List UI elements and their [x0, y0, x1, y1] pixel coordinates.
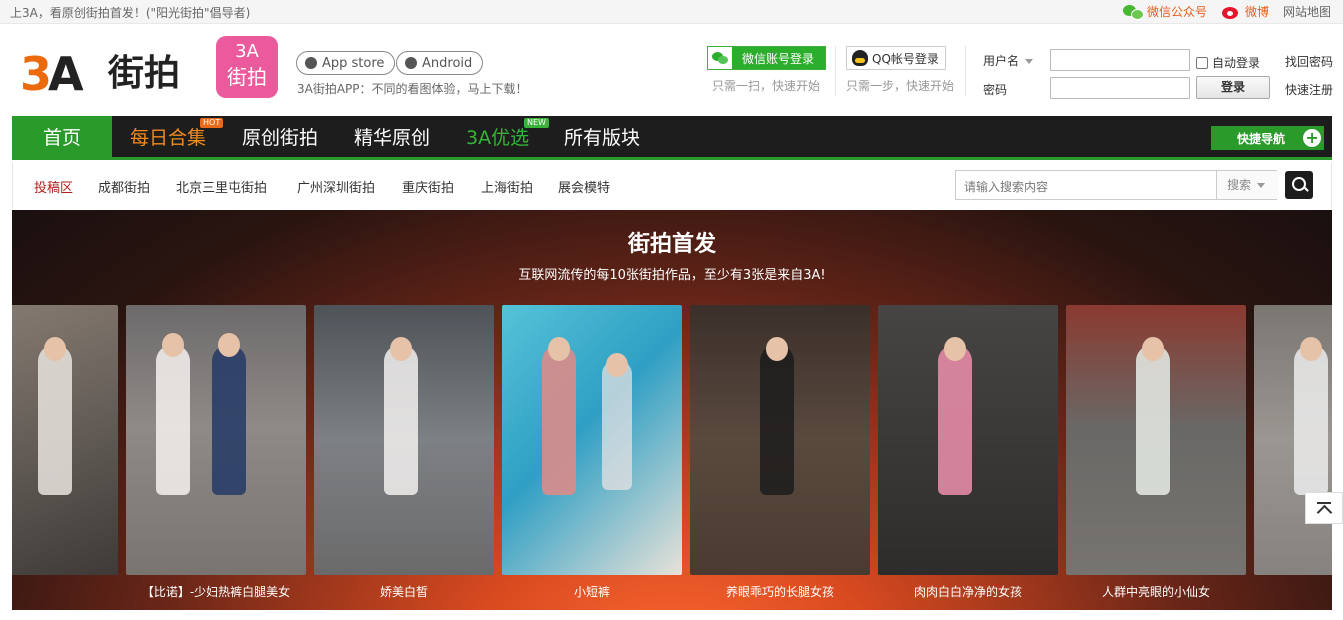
logo-text: 街拍	[108, 53, 181, 94]
chevron-down-icon	[1025, 59, 1034, 64]
wechat-official-label: 微信公众号	[1146, 5, 1207, 19]
photo-card[interactable]	[314, 305, 494, 575]
nav-featured[interactable]: 精华原创	[354, 116, 430, 160]
app-logo-line1: 3A	[235, 41, 259, 62]
main-nav: 首页 每日合集 HOT 原创街拍 精华原创 3A优选 NEW 所有版块 快捷导航…	[12, 116, 1332, 160]
apple-icon	[305, 57, 317, 69]
android-icon	[405, 57, 417, 69]
photo-thumbnail	[502, 305, 682, 575]
quick-nav-button[interactable]: 快捷导航 +	[1211, 126, 1324, 150]
password-input[interactable]	[1050, 77, 1190, 99]
search-input[interactable]: 请输入搜索内容	[964, 178, 1048, 195]
site-slogan: 上3A，看原创街拍首发！("阳光街拍"倡导者)	[10, 6, 251, 20]
search-type-select[interactable]: 搜索	[1216, 171, 1278, 199]
weibo-label: 微博	[1244, 5, 1269, 19]
photo-caption[interactable]: 小短裤	[502, 583, 682, 600]
checkbox-box[interactable]	[1196, 56, 1208, 69]
subnav-item-submissions[interactable]: 投稿区	[34, 177, 73, 196]
photo-caption[interactable]: 皮裙	[12, 583, 118, 600]
username-input[interactable]	[1050, 49, 1190, 71]
nav-daily-collection-label: 每日合集	[130, 127, 207, 149]
site-logo[interactable]: 3A 街拍	[20, 48, 185, 100]
nav-daily-collection[interactable]: 每日合集 HOT	[130, 116, 224, 160]
qq-login-button[interactable]: QQ帐号登录	[846, 46, 946, 70]
sub-nav: 投稿区 成都街拍 北京三里屯街拍 广州深圳街拍 重庆街拍 上海街拍 展会模特 请…	[12, 163, 1332, 209]
new-badge: NEW	[524, 118, 549, 128]
photo-card[interactable]	[502, 305, 682, 575]
search-type-label: 搜索	[1227, 178, 1252, 192]
recover-password-link[interactable]: 找回密码	[1285, 53, 1333, 70]
app-logo[interactable]: 3A 街拍	[216, 36, 278, 98]
android-button[interactable]: Android	[396, 51, 484, 75]
weibo-link[interactable]: 微博	[1221, 3, 1269, 20]
android-label: Android	[422, 55, 473, 71]
app-logo-line2: 街拍	[227, 65, 267, 89]
photo-caption[interactable]: 【比诺】-少妇热裤白腿美女	[126, 583, 306, 600]
banner-title: 街拍首发	[627, 232, 716, 257]
wechat-login-icon	[708, 47, 732, 69]
photo-card[interactable]	[12, 305, 118, 575]
qq-login-tip: 只需一步，快速开始	[846, 79, 955, 93]
password-label: 密码	[983, 83, 1008, 97]
featured-banner: 街拍首发 互联网流传的每10张街拍作品，至少有3张是来自3A! 【比诺】-少妇热…	[12, 210, 1332, 610]
photo-card[interactable]	[690, 305, 870, 575]
photo-card[interactable]	[126, 305, 306, 575]
sitemap-link[interactable]: 网站地图	[1283, 3, 1331, 20]
back-to-top-button[interactable]	[1305, 492, 1343, 524]
banner-subtitle: 互联网流传的每10张街拍作品，至少有3张是来自3A!	[518, 268, 826, 283]
auto-login-checkbox[interactable]: 自动登录	[1196, 54, 1260, 71]
nav-3a-selected-label: 3A优选	[466, 127, 530, 149]
divider	[835, 46, 836, 96]
login-button[interactable]: 登录	[1196, 76, 1270, 99]
qq-icon	[852, 50, 868, 66]
search-button[interactable]	[1285, 171, 1313, 199]
wechat-official-link[interactable]: 微信公众号	[1122, 3, 1207, 20]
nav-3a-selected[interactable]: 3A优选 NEW	[466, 116, 549, 160]
auto-login-label: 自动登录	[1212, 56, 1261, 70]
wechat-login-button[interactable]: 微信账号登录	[707, 46, 826, 70]
subnav-item-beijing[interactable]: 北京三里屯街拍	[176, 177, 267, 196]
username-label: 用户名	[983, 54, 1020, 68]
app-download-tip: 3A街拍APP：不同的看图体验，马上下载！	[297, 82, 528, 96]
photo-card[interactable]	[1254, 305, 1332, 575]
top-bar: 上3A，看原创街拍首发！("阳光街拍"倡导者) 微信公众号 微博 网站地图	[0, 0, 1343, 24]
photo-caption[interactable]: 肉肉白白净净的女孩	[878, 583, 1058, 600]
wechat-icon	[1122, 4, 1144, 20]
subnav-item-shanghai[interactable]: 上海街拍	[481, 177, 533, 196]
photo-card[interactable]	[878, 305, 1058, 575]
top-links: 微信公众号 微博 网站地图	[1122, 3, 1331, 20]
photo-caption[interactable]: 人群中亮眼的小仙女	[1066, 583, 1246, 600]
nav-all-sections[interactable]: 所有版块	[564, 116, 640, 160]
wechat-login-tip: 只需一扫，快速开始	[712, 79, 821, 93]
divider	[965, 46, 966, 96]
photo-caption[interactable]: 娇美白皙	[314, 583, 494, 600]
nav-home[interactable]: 首页	[12, 116, 112, 160]
quick-register-link[interactable]: 快速注册	[1285, 81, 1333, 98]
weibo-icon	[1221, 4, 1241, 20]
chevron-down-icon	[1257, 183, 1266, 188]
search-box[interactable]: 请输入搜索内容 搜索	[955, 170, 1278, 200]
subnav-item-guangzhou[interactable]: 广州深圳街拍	[297, 177, 375, 196]
qq-login-label: QQ帐号登录	[872, 51, 939, 66]
subnav-item-chengdu[interactable]: 成都街拍	[98, 177, 150, 196]
hot-badge: HOT	[200, 118, 224, 128]
subnav-item-chongqing[interactable]: 重庆街拍	[402, 177, 454, 196]
photo-card[interactable]	[1066, 305, 1246, 575]
subnav-item-expo-models[interactable]: 展会模特	[558, 177, 610, 196]
plus-icon: +	[1303, 129, 1322, 147]
app-store-label: App store	[322, 55, 385, 71]
username-type-select[interactable]: 用户名	[983, 52, 1034, 69]
wechat-login-label: 微信账号登录	[742, 51, 815, 66]
logo-mark: 3A	[20, 47, 84, 101]
quick-nav-label: 快捷导航	[1237, 131, 1286, 146]
photo-caption[interactable]: 养眼乖巧的长腿女孩	[690, 583, 870, 600]
app-store-button[interactable]: App store	[296, 51, 396, 75]
nav-original[interactable]: 原创街拍	[242, 116, 318, 160]
